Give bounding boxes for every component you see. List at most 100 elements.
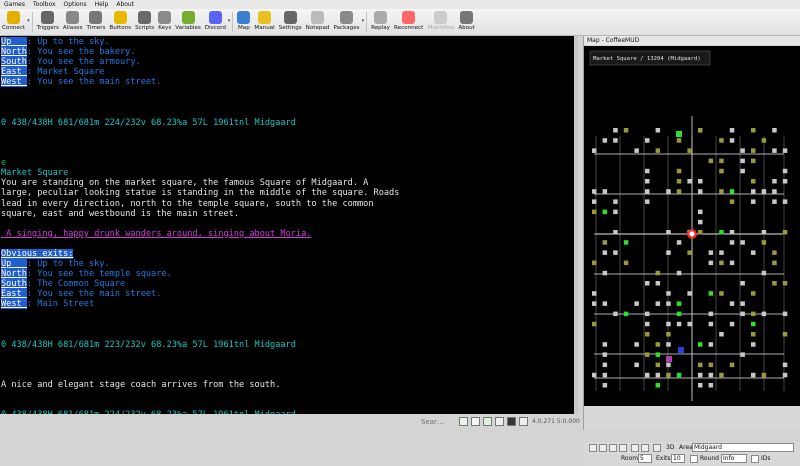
room-green[interactable] [602, 209, 608, 215]
triggers-button[interactable]: Triggers [35, 9, 61, 34]
room-olive[interactable] [687, 148, 692, 153]
keys-button[interactable]: Keys [156, 9, 173, 34]
room[interactable] [729, 128, 735, 133]
room[interactable] [645, 189, 650, 194]
map-plus-button[interactable] [653, 444, 661, 452]
room[interactable] [602, 270, 608, 276]
menu-games[interactable]: Games [0, 1, 29, 8]
room[interactable] [676, 270, 682, 276]
room-olive[interactable] [719, 372, 724, 378]
room-green[interactable] [676, 311, 682, 317]
room-olive[interactable] [687, 250, 692, 255]
exit-link[interactable]: North [1, 269, 27, 280]
map-svg[interactable]: Market Square / 13204 (Midgaard) [584, 46, 800, 441]
room[interactable] [740, 281, 745, 286]
room[interactable] [782, 148, 788, 153]
room-green[interactable] [676, 372, 682, 378]
room[interactable] [708, 383, 714, 388]
tree-icon[interactable] [459, 417, 468, 426]
area-select[interactable]: Midgaard [692, 443, 794, 452]
room[interactable] [708, 342, 714, 347]
aliases-button[interactable]: Aliases [61, 9, 85, 34]
room[interactable] [782, 362, 788, 368]
room-olive[interactable] [676, 168, 682, 174]
room[interactable] [645, 199, 650, 204]
notepad-button[interactable]: Notepad [304, 9, 332, 34]
room[interactable] [740, 240, 745, 245]
room-olive[interactable] [751, 332, 756, 337]
room[interactable] [666, 189, 671, 194]
room[interactable] [772, 179, 777, 184]
room[interactable] [634, 362, 639, 368]
room[interactable] [782, 168, 788, 174]
room-olive[interactable] [602, 240, 608, 245]
room-olive[interactable] [751, 148, 756, 153]
room[interactable] [751, 189, 756, 194]
room-olive[interactable] [719, 291, 724, 296]
room[interactable] [740, 148, 745, 153]
room-green[interactable] [751, 321, 756, 327]
room[interactable] [782, 311, 788, 317]
room-olive[interactable] [772, 260, 777, 266]
room[interactable] [729, 240, 735, 245]
room[interactable] [729, 301, 735, 306]
settings-button[interactable]: Settings [277, 9, 304, 34]
room[interactable] [645, 372, 650, 378]
room[interactable] [729, 260, 735, 266]
connect-button[interactable]: Connect [0, 9, 27, 34]
room-green[interactable] [623, 240, 629, 245]
room[interactable] [602, 352, 608, 357]
map-zoom-in-button[interactable] [631, 444, 639, 452]
pin-icon[interactable] [471, 417, 480, 426]
room-olive[interactable] [666, 332, 671, 337]
reconnect-button[interactable]: Reconnect [392, 9, 425, 34]
room-green[interactable] [698, 342, 703, 347]
room-olive[interactable] [676, 138, 682, 143]
packages-button[interactable]: Packages [331, 9, 361, 34]
round-checkbox[interactable] [690, 455, 698, 463]
room-olive[interactable] [655, 270, 661, 276]
room[interactable] [782, 179, 788, 184]
dropdown-arrow-icon[interactable]: ▾ [228, 18, 231, 24]
room[interactable] [772, 128, 777, 133]
room[interactable] [634, 301, 639, 306]
room[interactable] [613, 311, 618, 317]
room[interactable] [729, 321, 735, 327]
room[interactable] [602, 301, 608, 306]
exit-link[interactable]: Obvious exits: [1, 248, 74, 259]
room[interactable] [613, 128, 618, 133]
room-olive[interactable] [772, 250, 777, 255]
dropdown-arrow-icon[interactable]: ▾ [362, 18, 365, 24]
map-up-button[interactable] [589, 444, 597, 452]
room[interactable] [708, 260, 714, 266]
room-olive[interactable] [645, 332, 650, 337]
search-input[interactable]: Sear… [421, 418, 444, 426]
room[interactable] [698, 383, 703, 388]
menu-help[interactable]: Help [91, 1, 113, 8]
room-blue[interactable] [678, 347, 684, 353]
room[interactable] [666, 301, 671, 306]
room[interactable] [655, 372, 661, 378]
room[interactable] [592, 291, 597, 296]
rooms-spinner[interactable]: 5 [638, 454, 652, 463]
room-olive[interactable] [708, 158, 714, 164]
room-green[interactable] [676, 301, 682, 306]
room[interactable] [592, 199, 597, 204]
room[interactable] [698, 179, 703, 184]
exit-link[interactable]: South [1, 279, 27, 290]
room-olive[interactable] [645, 352, 650, 357]
room[interactable] [602, 372, 608, 378]
room[interactable] [772, 148, 777, 153]
room[interactable] [761, 189, 767, 194]
room-olive[interactable] [719, 260, 724, 266]
exit-link[interactable]: South [1, 57, 27, 68]
map-canvas[interactable]: Market Square / 13204 (Midgaard) [584, 46, 800, 441]
room-olive[interactable] [592, 209, 597, 215]
scripts-button[interactable]: Scripts [133, 9, 156, 34]
room[interactable] [645, 168, 650, 174]
room[interactable] [592, 372, 597, 378]
room[interactable] [592, 189, 597, 194]
room-green[interactable] [655, 352, 661, 357]
room-olive[interactable] [592, 260, 597, 266]
room[interactable] [740, 301, 745, 306]
